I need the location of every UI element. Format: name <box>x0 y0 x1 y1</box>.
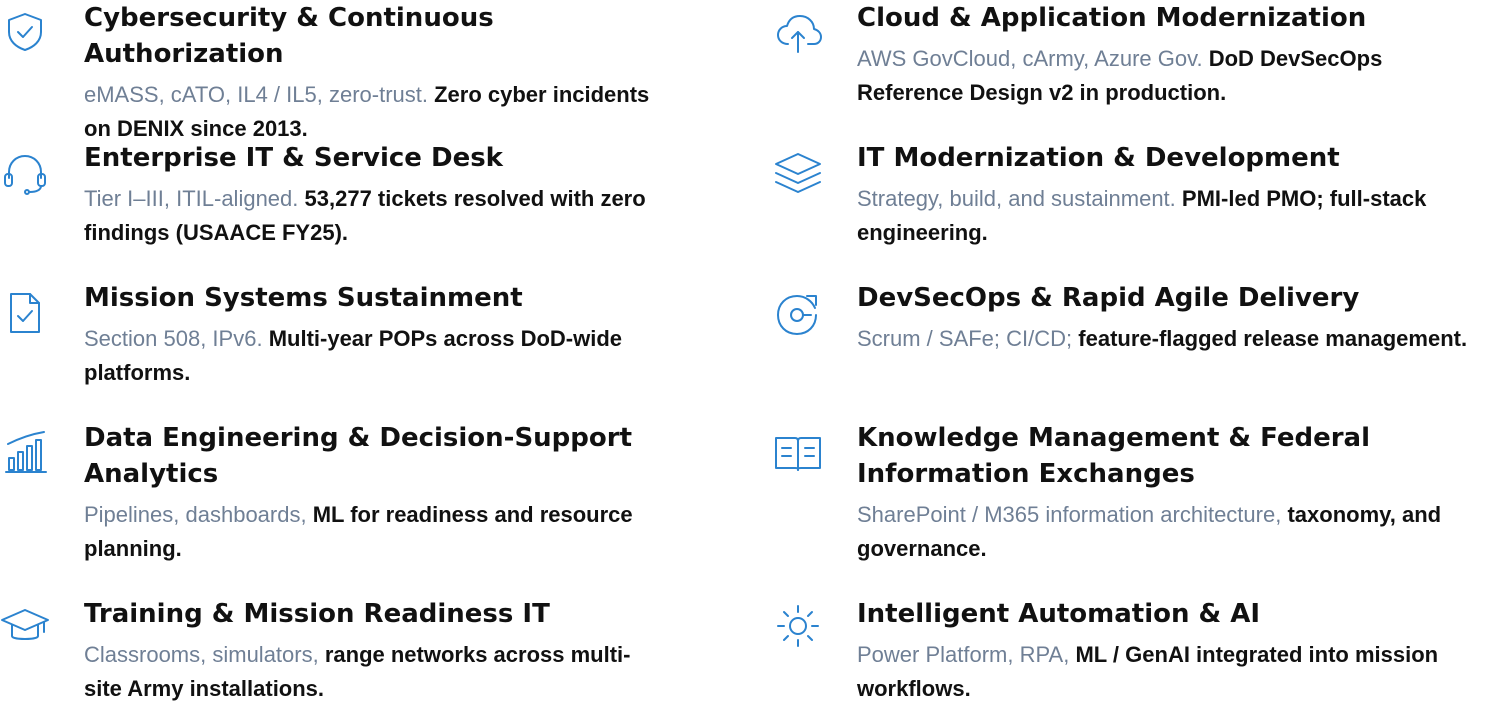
capability-title: Cybersecurity & Continuous Authorization <box>84 3 494 69</box>
cloud-upload-icon <box>773 8 823 58</box>
capability-lead: eMASS, cATO, IL4 / IL5, zero-trust. <box>84 82 428 107</box>
sun-spark-icon <box>773 600 823 650</box>
document-check-icon <box>0 286 50 336</box>
capability-body: Cloud & Application Modernization AWS Go… <box>857 0 1493 110</box>
capability-title: Training & Mission Readiness IT <box>84 599 550 629</box>
capability-lead: SharePoint / M365 information architectu… <box>857 502 1282 527</box>
capability-lead: Tier I–III, ITIL-aligned. <box>84 186 299 211</box>
capability-lead: Pipelines, dashboards, <box>84 502 307 527</box>
capability-lead: Classrooms, simulators, <box>84 642 319 667</box>
capability-body: Data Engineering & Decision-Support Anal… <box>84 420 660 566</box>
capability-description: AWS GovCloud, cArmy, Azure Gov. DoD DevS… <box>857 42 1493 110</box>
capability-body: Intelligent Automation & AI Power Platfo… <box>857 596 1493 706</box>
capability-description: Tier I–III, ITIL-aligned. 53,277 tickets… <box>84 182 660 250</box>
capability-body: Training & Mission Readiness IT Classroo… <box>84 596 660 706</box>
shield-check-icon <box>0 6 50 56</box>
capability-title: DevSecOps & Rapid Agile Delivery <box>857 283 1360 313</box>
capability-description: Strategy, build, and sustainment. PMI-le… <box>857 182 1493 250</box>
capability-lead: Strategy, build, and sustainment. <box>857 186 1176 211</box>
capability-body: Cybersecurity & Continuous Authorization… <box>84 0 660 146</box>
capability-description: Section 508, IPv6. Multi-year POPs acros… <box>84 322 660 390</box>
capability-description: Classrooms, simulators, range networks a… <box>84 638 660 706</box>
capabilities-grid: Cybersecurity & Continuous Authorization… <box>0 0 1499 701</box>
bar-chart-icon <box>0 426 50 476</box>
capability-body: Enterprise IT & Service Desk Tier I–III,… <box>84 140 660 250</box>
capability-lead: Scrum / SAFe; CI/CD; <box>857 326 1073 351</box>
capability-title: Cloud & Application Modernization <box>857 3 1367 33</box>
capability-lead: AWS GovCloud, cArmy, Azure Gov. <box>857 46 1203 71</box>
open-book-icon <box>773 428 823 478</box>
capability-detail: feature-flagged release management. <box>1078 326 1468 351</box>
capability-body: DevSecOps & Rapid Agile Delivery Scrum /… <box>857 280 1493 356</box>
capability-lead: Power Platform, RPA, <box>857 642 1070 667</box>
headset-icon <box>0 148 50 198</box>
graduation-cap-icon <box>0 600 50 650</box>
capability-body: Mission Systems Sustainment Section 508,… <box>84 280 660 390</box>
capability-title: Knowledge Management & Federal Informati… <box>857 423 1371 489</box>
capability-description: Power Platform, RPA, ML / GenAI integrat… <box>857 638 1493 706</box>
capability-description: eMASS, cATO, IL4 / IL5, zero-trust. Zero… <box>84 78 660 146</box>
capability-title: Mission Systems Sustainment <box>84 283 523 313</box>
layers-icon <box>773 148 823 198</box>
capability-title: Intelligent Automation & AI <box>857 599 1261 629</box>
capability-description: Scrum / SAFe; CI/CD; feature-flagged rel… <box>857 322 1493 356</box>
capability-title: Data Engineering & Decision-Support Anal… <box>84 423 633 489</box>
refresh-cycle-icon <box>773 290 823 340</box>
capability-description: Pipelines, dashboards, ML for readiness … <box>84 498 660 566</box>
capability-body: Knowledge Management & Federal Informati… <box>857 420 1493 566</box>
capability-lead: Section 508, IPv6. <box>84 326 263 351</box>
capability-title: Enterprise IT & Service Desk <box>84 143 503 173</box>
capability-body: IT Modernization & Development Strategy,… <box>857 140 1493 250</box>
capability-description: SharePoint / M365 information architectu… <box>857 498 1493 566</box>
capability-title: IT Modernization & Development <box>857 143 1340 173</box>
